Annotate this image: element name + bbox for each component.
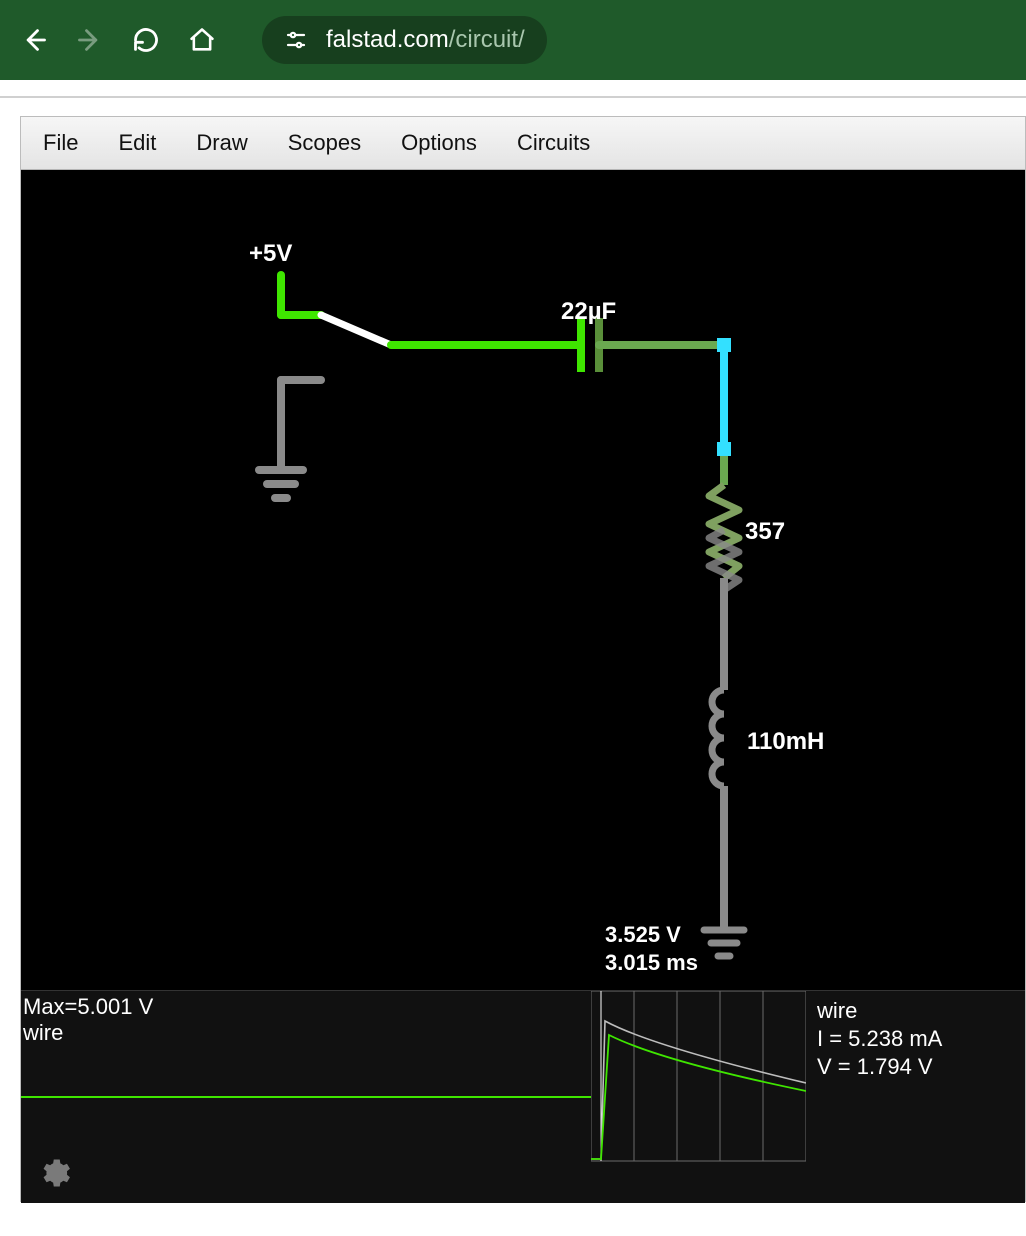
- browser-toolbar: falstad.com/circuit/: [0, 0, 1026, 80]
- scope-name-right: wire: [817, 997, 1021, 1025]
- capacitor-label: 22µF: [561, 298, 616, 326]
- scope-current-readout: I = 5.238 mA: [817, 1025, 1021, 1053]
- site-settings-icon[interactable]: [284, 28, 308, 52]
- menu-draw[interactable]: Draw: [196, 130, 247, 156]
- circuit-canvas[interactable]: +5V 22µF 357 110mH 3.525 V 3.015 ms: [21, 170, 1025, 990]
- menu-file[interactable]: File: [43, 130, 78, 156]
- source-voltage-label: +5V: [249, 240, 292, 268]
- reload-icon[interactable]: [132, 26, 160, 54]
- menu-scopes[interactable]: Scopes: [288, 130, 361, 156]
- app-window: File Edit Draw Scopes Options Circuits: [20, 116, 1026, 1202]
- menu-bar: File Edit Draw Scopes Options Circuits: [21, 117, 1025, 170]
- menu-circuits[interactable]: Circuits: [517, 130, 590, 156]
- scope-plot[interactable]: [591, 991, 806, 1203]
- url-host: falstad.com: [326, 26, 449, 53]
- forward-icon[interactable]: [76, 26, 104, 54]
- scope-voltage-readout: V = 1.794 V: [817, 1053, 1021, 1081]
- back-icon[interactable]: [20, 26, 48, 54]
- inductor-label: 110mH: [747, 728, 824, 756]
- address-bar[interactable]: falstad.com/circuit/: [262, 16, 547, 64]
- scope-panel[interactable]: Max=5.001 V wire: [21, 990, 1025, 1203]
- home-icon[interactable]: [188, 26, 216, 54]
- voltage-readout: 3.525 V: [605, 922, 681, 948]
- time-readout: 3.015 ms: [605, 950, 698, 976]
- gear-icon[interactable]: [35, 1155, 71, 1191]
- menu-edit[interactable]: Edit: [118, 130, 156, 156]
- resistor-label: 357: [745, 518, 785, 546]
- url-path: /circuit/: [449, 26, 525, 53]
- menu-options[interactable]: Options: [401, 130, 477, 156]
- url-text: falstad.com/circuit/: [326, 26, 525, 54]
